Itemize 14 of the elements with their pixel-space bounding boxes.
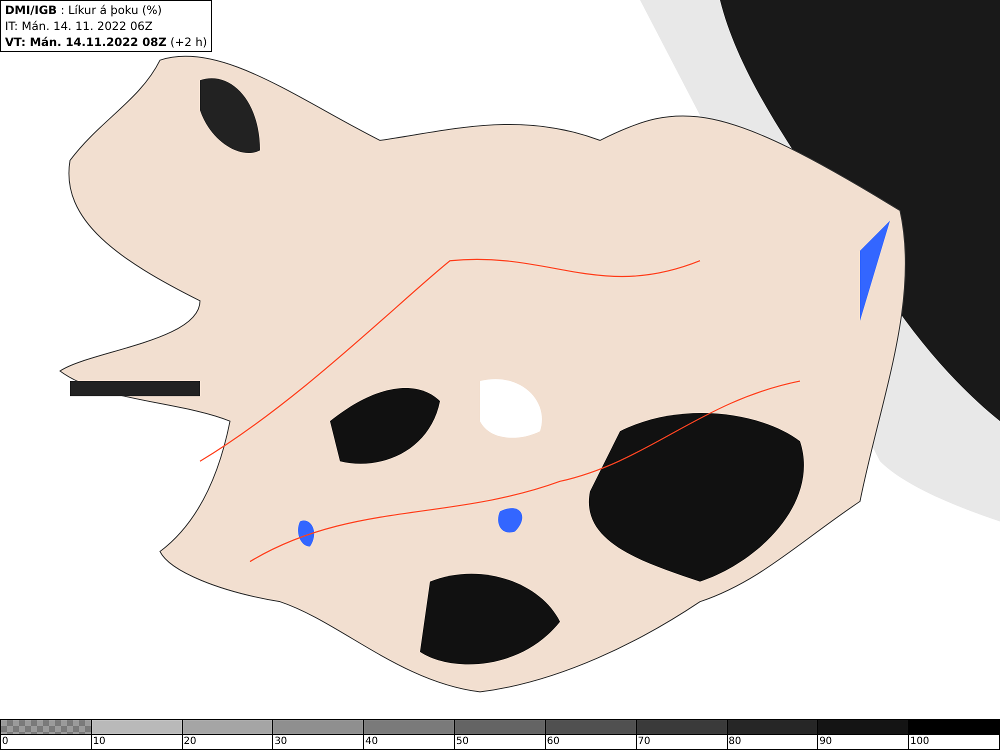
legend-tick-label: 70	[636, 735, 650, 749]
info-line: IT: Mán. 14. 11. 2022 06Z	[5, 18, 154, 34]
legend-tick-label: 80	[728, 735, 742, 749]
info-line: VT: Mán. 14.11.2022 08Z (+2 h)	[5, 34, 208, 50]
legend-tick-label: 10	[92, 735, 106, 749]
legend-tick-label: 100	[909, 735, 930, 749]
legend-tick-label: 50	[455, 735, 469, 749]
info-line: DMI/IGB : Líkur á þoku (%)	[5, 2, 163, 18]
legend-tick-label: 20	[182, 735, 196, 749]
legend-tick-label: 60	[546, 735, 560, 749]
legend-tick-label: 90	[818, 735, 832, 749]
legend-tick-label: 30	[273, 735, 288, 749]
legend-tick-label: 40	[364, 735, 378, 749]
legend-tick-label: 0	[1, 735, 8, 749]
